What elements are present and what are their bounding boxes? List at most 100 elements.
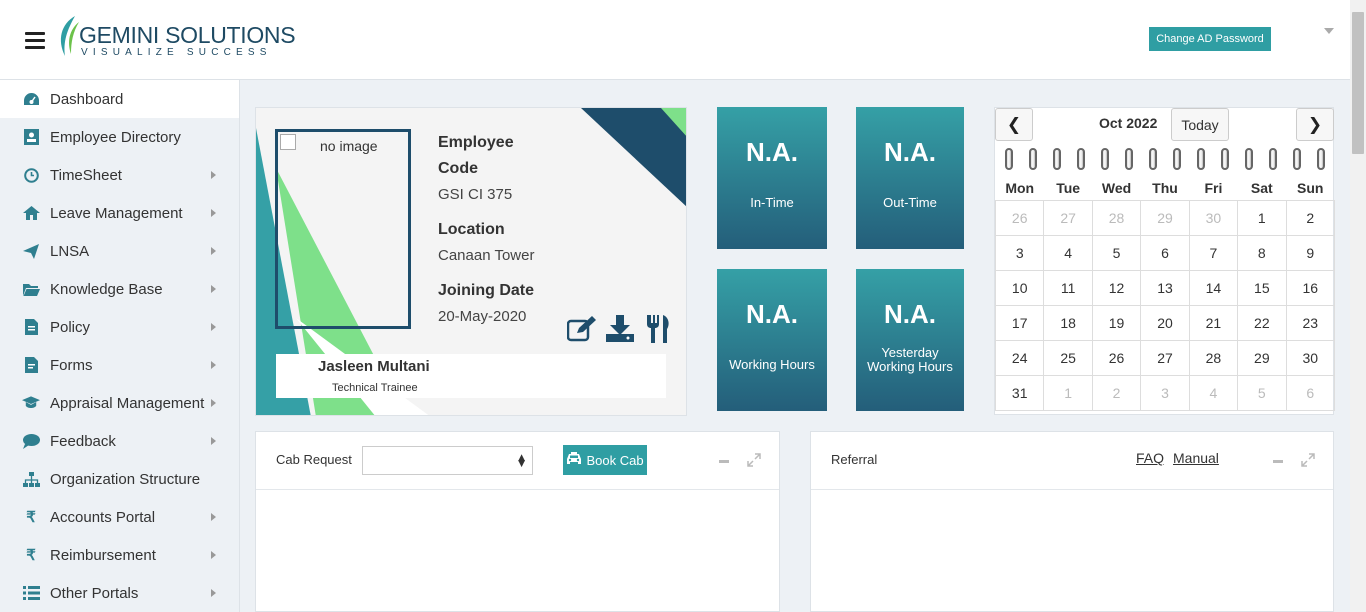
user-menu-caret-icon[interactable] <box>1324 28 1334 34</box>
calendar-day-cell[interactable]: 1 <box>1043 374 1093 411</box>
sidebar-item-accounts-portal[interactable]: ₹ Accounts Portal <box>0 498 239 536</box>
calendar-day-cell[interactable]: 5 <box>1091 234 1142 271</box>
sidebar-item-knowledge-base[interactable]: Knowledge Base <box>0 270 239 308</box>
calendar-day-cell[interactable]: 24 <box>994 339 1045 376</box>
employee-code-value: GSI CI 375 <box>438 186 513 203</box>
calendar-day-cell[interactable]: 30 <box>1285 339 1336 376</box>
document-icon <box>22 318 40 336</box>
sidebar-item-lnsa[interactable]: LNSA <box>0 232 239 270</box>
calendar-day-cell[interactable]: 6 <box>1140 234 1190 271</box>
sidebar-item-feedback[interactable]: Feedback <box>0 422 239 460</box>
spiral-ring <box>1269 148 1277 170</box>
calendar-day-cell[interactable]: 29 <box>1140 199 1190 236</box>
calendar-grid: Mon Tue Wed Thu Fri Sat Sun 26 27 28 29 30 1 2 3 4 5 6 7 8… <box>994 176 1336 411</box>
calendar-day-cell[interactable]: 30 <box>1188 199 1239 236</box>
calendar-day-cell[interactable]: 1 <box>1237 199 1287 236</box>
employee-code-label-2: Code <box>438 160 478 177</box>
yesterday-hours-tile: N.A. Yesterday Working Hours <box>856 269 964 411</box>
spiral-ring <box>1125 148 1133 170</box>
calendar-day-cell[interactable]: 31 <box>994 374 1045 411</box>
food-menu-icon[interactable] <box>643 314 673 344</box>
expand-icon[interactable] <box>747 453 761 467</box>
calendar-day-cell[interactable]: 17 <box>994 304 1045 341</box>
calendar-day-cell[interactable]: 15 <box>1237 269 1287 306</box>
sidebar-item-policy[interactable]: Policy <box>0 308 239 346</box>
out-time-tile: N.A. Out-Time <box>856 107 964 249</box>
yesterday-hours-label-line1: Yesterday <box>881 345 939 360</box>
manual-link[interactable]: Manual <box>1173 450 1219 466</box>
chevron-right-icon <box>211 285 216 293</box>
book-cab-button[interactable]: Book Cab <box>563 445 647 475</box>
sidebar-item-organization-structure[interactable]: Organization Structure <box>0 460 239 498</box>
chat-icon <box>22 432 40 450</box>
referral-panel: Referral FAQ Manual <box>810 431 1334 612</box>
calendar-day-cell[interactable]: 26 <box>994 199 1045 236</box>
sidebar-item-reimbursement[interactable]: ₹ Reimbursement <box>0 536 239 574</box>
scrollbar-thumb[interactable] <box>1352 12 1364 154</box>
sidebar-item-other-portals[interactable]: Other Portals <box>0 574 239 612</box>
calendar-day-cell[interactable]: 5 <box>1237 374 1287 411</box>
calendar-day-cell[interactable]: 11 <box>1043 269 1093 306</box>
chevron-right-icon <box>211 399 216 407</box>
calendar-day-cell[interactable]: 21 <box>1188 304 1239 341</box>
edit-icon[interactable] <box>567 314 597 344</box>
calendar-day-cell[interactable]: 4 <box>1043 234 1093 271</box>
calendar-day-cell[interactable]: 26 <box>1091 339 1142 376</box>
chevron-right-icon <box>211 209 216 217</box>
calendar-day-cell[interactable]: 18 <box>1043 304 1093 341</box>
sidebar-item-dashboard[interactable]: Dashboard <box>0 80 239 118</box>
calendar-day-cell[interactable]: 29 <box>1237 339 1287 376</box>
change-password-button[interactable]: Change AD Password <box>1149 27 1271 51</box>
calendar-spiral-binding <box>995 148 1335 174</box>
sidebar-item-employee-directory[interactable]: Employee Directory <box>0 118 239 156</box>
calendar-day-cell[interactable]: 28 <box>1188 339 1239 376</box>
calendar-day-cell[interactable]: 3 <box>994 234 1045 271</box>
calendar-prev-button[interactable]: ❮ <box>995 108 1033 141</box>
calendar-day-cell[interactable]: 8 <box>1237 234 1287 271</box>
book-cab-label: Book Cab <box>586 452 644 468</box>
yesterday-hours-label: Yesterday Working Hours <box>856 346 964 374</box>
calendar-day-cell[interactable]: 12 <box>1091 269 1142 306</box>
calendar-day-cell[interactable]: 16 <box>1285 269 1336 306</box>
calendar-day-cell[interactable]: 6 <box>1285 374 1336 411</box>
calendar-day-cell[interactable]: 14 <box>1188 269 1239 306</box>
calendar-day-cell[interactable]: 13 <box>1140 269 1190 306</box>
faq-link[interactable]: FAQ <box>1136 450 1164 466</box>
calendar-day-cell[interactable]: 23 <box>1285 304 1336 341</box>
calendar-today-button[interactable]: Today <box>1171 108 1229 141</box>
calendar-day-cell[interactable]: 4 <box>1188 374 1239 411</box>
calendar-day-cell[interactable]: 2 <box>1091 374 1142 411</box>
sidebar-item-timesheet[interactable]: TimeSheet <box>0 156 239 194</box>
calendar-day-cell[interactable]: 20 <box>1140 304 1190 341</box>
calendar-day-cell[interactable]: 10 <box>994 269 1045 306</box>
form-icon <box>22 356 40 374</box>
expand-icon[interactable] <box>1301 453 1315 467</box>
sidebar-item-forms[interactable]: Forms <box>0 346 239 384</box>
working-hours-tile: N.A. Working Hours <box>717 269 827 411</box>
cab-request-select[interactable]: ▲ ▼ <box>362 446 533 475</box>
calendar-next-button[interactable]: ❯ <box>1296 108 1334 141</box>
calendar-day-cell[interactable]: 2 <box>1285 199 1336 236</box>
minimize-icon[interactable] <box>1273 460 1283 463</box>
in-time-label: In-Time <box>750 195 794 210</box>
sidebar-item-leave-management[interactable]: Leave Management <box>0 194 239 232</box>
taxi-icon <box>566 452 582 468</box>
calendar-day-cell[interactable]: 27 <box>1140 339 1190 376</box>
calendar-day-cell[interactable]: 28 <box>1091 199 1142 236</box>
cab-panel-title: Cab Request <box>276 452 352 467</box>
id-card-icon <box>22 128 40 146</box>
calendar-day-cell[interactable]: 27 <box>1043 199 1093 236</box>
minimize-icon[interactable] <box>719 460 729 463</box>
sidebar-item-appraisal-management[interactable]: Appraisal Management <box>0 384 239 422</box>
brand-name: GEMINI SOLUTIONS <box>79 22 296 48</box>
calendar-day-cell[interactable]: 25 <box>1043 339 1093 376</box>
calendar-day-cell[interactable]: 19 <box>1091 304 1142 341</box>
calendar-day-cell[interactable]: 7 <box>1188 234 1239 271</box>
menu-toggle-icon[interactable] <box>25 32 45 50</box>
calendar-day-cell[interactable]: 3 <box>1140 374 1190 411</box>
download-icon[interactable] <box>605 314 635 344</box>
calendar-day-cell[interactable]: 22 <box>1237 304 1287 341</box>
calendar-day-cell[interactable]: 9 <box>1285 234 1336 271</box>
spiral-ring <box>1197 148 1205 170</box>
company-logo[interactable]: GEMINI SOLUTIONS VISUALIZE SUCCESS <box>55 14 296 60</box>
